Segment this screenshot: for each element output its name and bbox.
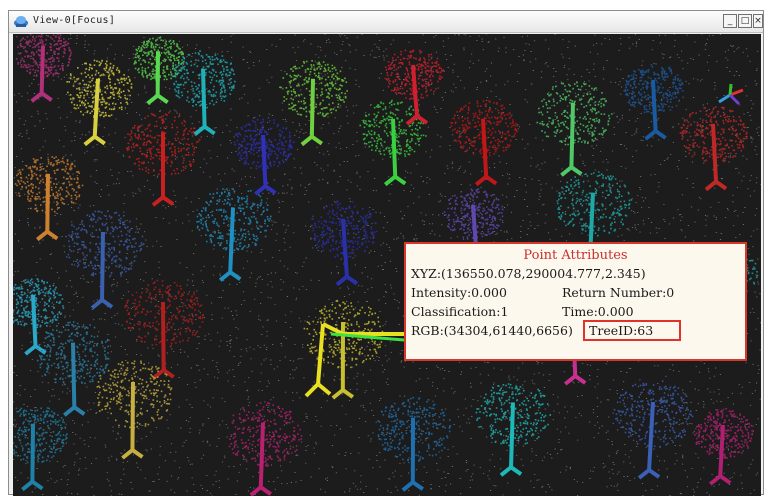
app-view-icon — [14, 16, 28, 27]
minimize-button[interactable]: _ — [723, 14, 737, 28]
point-cloud-viewport[interactable]: Point Attributes XYZ:(136550.078,290004.… — [13, 34, 761, 496]
tree-point-cluster — [694, 407, 755, 486]
tree-point-cluster — [536, 81, 613, 177]
close-button[interactable]: × — [753, 14, 763, 28]
tree-point-cluster — [384, 49, 444, 126]
tree-point-cluster — [623, 63, 684, 141]
tree-point-cluster — [377, 396, 452, 492]
tree-point-cluster — [228, 402, 303, 496]
tree-point-cluster — [613, 380, 694, 480]
tree-point-cluster — [196, 188, 272, 282]
tree-point-cluster — [311, 200, 378, 287]
intensity-value: Intensity:0.000 — [411, 285, 507, 300]
tree-point-cluster — [170, 50, 236, 137]
xyz-value: XYZ:(136550.078,290004.777,2.345) — [411, 266, 646, 281]
tree-point-cluster — [450, 100, 518, 187]
tree-point-cluster — [96, 360, 173, 460]
panel-title: Point Attributes — [523, 248, 628, 263]
tree-point-cluster — [233, 118, 295, 196]
tree-point-cluster — [303, 299, 384, 400]
tree-point-cluster — [65, 210, 145, 310]
axis-gizmo-icon — [718, 83, 744, 106]
tree-point-cluster — [475, 383, 552, 477]
tree-point-cluster — [126, 111, 201, 207]
window-title: View-0[Focus] — [33, 15, 116, 26]
tree-point-cluster — [36, 321, 110, 417]
viewer-window: View-0[Focus] _ □ × Point Attributes XYZ… — [8, 10, 764, 496]
title-bar[interactable]: View-0[Focus] _ □ × — [9, 11, 763, 33]
tree-point-cluster — [124, 279, 204, 380]
point-attributes-panel: Point Attributes XYZ:(136550.078,290004.… — [404, 242, 747, 361]
time-value: Time:0.000 — [562, 304, 634, 319]
tree-point-cluster — [15, 34, 72, 103]
tree-point-cluster — [679, 106, 748, 192]
tree-id-value: TreeID:63 — [589, 323, 654, 338]
rgb-value: RGB:(34304,61440,6656) — [411, 323, 573, 338]
tree-point-cluster — [66, 59, 133, 147]
return-number-value: Return Number:0 — [562, 285, 675, 300]
tree-point-cluster — [14, 156, 84, 242]
maximize-button[interactable]: □ — [738, 14, 752, 28]
classification-value: Classification:1 — [411, 304, 509, 319]
